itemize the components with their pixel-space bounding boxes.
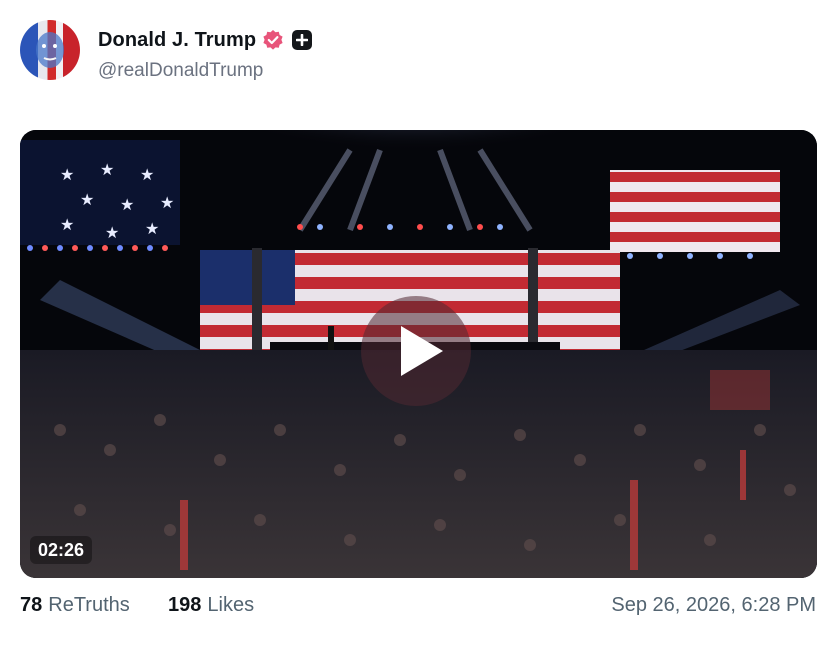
plus-icon — [292, 30, 313, 50]
video-duration: 02:26 — [30, 536, 93, 564]
retruths-stat[interactable]: 78 ReTruths — [20, 594, 130, 617]
svg-text:★: ★ — [145, 221, 159, 238]
name-row: Donald J. Trump — [98, 28, 313, 52]
retruths-label: ReTruths — [48, 594, 130, 616]
retruths-count: 78 — [20, 594, 43, 616]
post-timestamp[interactable]: Sep 26, 2026, 6:28 PM — [611, 594, 816, 617]
svg-text:★: ★ — [60, 167, 74, 184]
likes-count: 198 — [168, 594, 202, 616]
svg-text:★: ★ — [60, 217, 74, 234]
user-handle[interactable]: @realDonaldTrump — [98, 60, 263, 82]
svg-text:★: ★ — [105, 225, 119, 242]
avatar[interactable] — [20, 20, 80, 80]
likes-stat[interactable]: 198 Likes — [168, 594, 254, 617]
play-icon — [401, 326, 443, 376]
likes-label: Likes — [207, 594, 255, 616]
svg-text:★: ★ — [100, 162, 114, 179]
svg-text:★: ★ — [80, 192, 94, 209]
svg-text:★: ★ — [140, 167, 154, 184]
play-button[interactable] — [361, 296, 471, 406]
video-player[interactable]: ★ ★ ★ ★ ★ ★ ★ ★ ★ 02:26 — [20, 130, 817, 578]
svg-text:★: ★ — [120, 197, 134, 214]
display-name[interactable]: Donald J. Trump — [98, 29, 256, 52]
avatar-portrait — [36, 32, 64, 68]
post-footer: 78 ReTruths 198 Likes Sep 26, 2026, 6:28… — [20, 594, 820, 624]
svg-text:★: ★ — [160, 195, 174, 212]
verified-badge-icon — [262, 29, 284, 51]
post-header: Donald J. Trump @realDonaldTrump — [20, 20, 820, 82]
